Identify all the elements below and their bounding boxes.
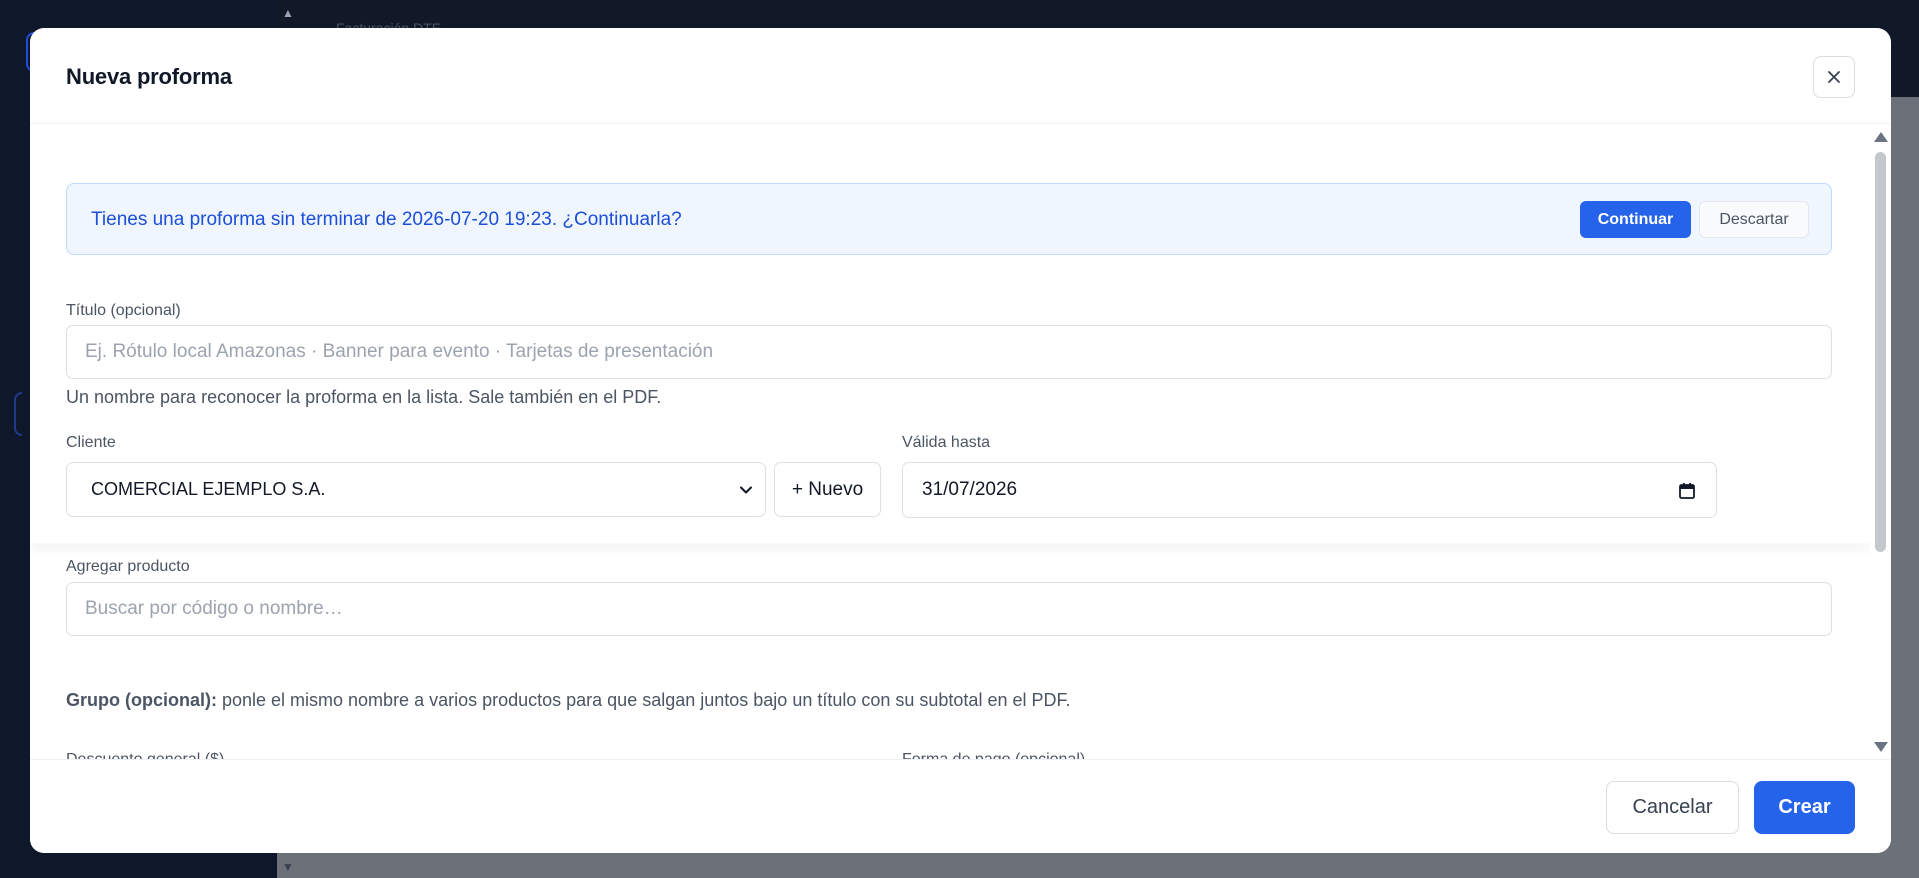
product-search-input[interactable]: Buscar por código o nombre… — [66, 582, 1832, 636]
new-proforma-modal: Nueva proforma Tienes una proforma sin t… — [30, 28, 1891, 853]
payment-method-label: Forma de pago (opcional) — [902, 751, 1085, 759]
calendar-icon[interactable] — [1678, 482, 1696, 500]
modal-title: Nueva proforma — [66, 64, 232, 89]
create-button[interactable]: Crear — [1754, 781, 1855, 834]
chevron-down-icon — [740, 486, 752, 494]
client-select-value: COMERCIAL EJEMPLO S.A. — [91, 479, 326, 499]
add-product-label: Agregar producto — [66, 558, 190, 575]
modal-footer: Cancelar Crear — [30, 759, 1891, 853]
draft-banner-text: Tienes una proforma sin terminar de 2026… — [91, 209, 682, 230]
valid-until-value: 31/07/2026 — [922, 479, 1018, 500]
client-select[interactable]: COMERCIAL EJEMPLO S.A. — [66, 462, 766, 517]
discard-draft-button[interactable]: Descartar — [1699, 201, 1809, 238]
continue-draft-button[interactable]: Continuar — [1580, 201, 1691, 238]
draft-banner: Tienes una proforma sin terminar de 2026… — [66, 183, 1832, 255]
valid-until-label: Válida hasta — [902, 434, 991, 451]
background-scroll-down-arrow: ▼ — [282, 860, 294, 874]
modal-body[interactable]: Tienes una proforma sin terminar de 2026… — [30, 125, 1870, 759]
discount-label: Descuento general ($) — [66, 751, 224, 759]
scrollbar-thumb[interactable] — [1875, 152, 1886, 552]
client-field-label: Cliente — [66, 434, 116, 451]
modal-header: Nueva proforma — [30, 28, 1891, 124]
scroll-divider — [30, 535, 1870, 543]
background-scroll-up-arrow: ▲ — [282, 6, 294, 20]
scroll-down-arrow-icon[interactable] — [1874, 742, 1888, 752]
modal-scrollbar[interactable] — [1872, 128, 1888, 758]
background-sidebar-item — [14, 392, 22, 436]
close-icon — [1828, 71, 1840, 83]
close-button[interactable] — [1813, 56, 1855, 98]
group-note-text: ponle el mismo nombre a varios productos… — [216, 690, 1071, 710]
title-input[interactable]: Ej. Rótulo local Amazonas · Banner para … — [66, 325, 1832, 379]
group-note-bold: Grupo (opcional): — [66, 690, 217, 710]
scroll-up-arrow-icon[interactable] — [1874, 132, 1888, 142]
cancel-button[interactable]: Cancelar — [1606, 781, 1739, 834]
new-client-button[interactable]: + Nuevo — [774, 462, 881, 517]
valid-until-date-input[interactable]: 31/07/2026 — [902, 462, 1717, 518]
title-helper-text: Un nombre para reconocer la proforma en … — [66, 387, 662, 407]
title-field-label: Título (opcional) — [66, 302, 181, 319]
group-note: Grupo (opcional): ponle el mismo nombre … — [66, 690, 1070, 711]
